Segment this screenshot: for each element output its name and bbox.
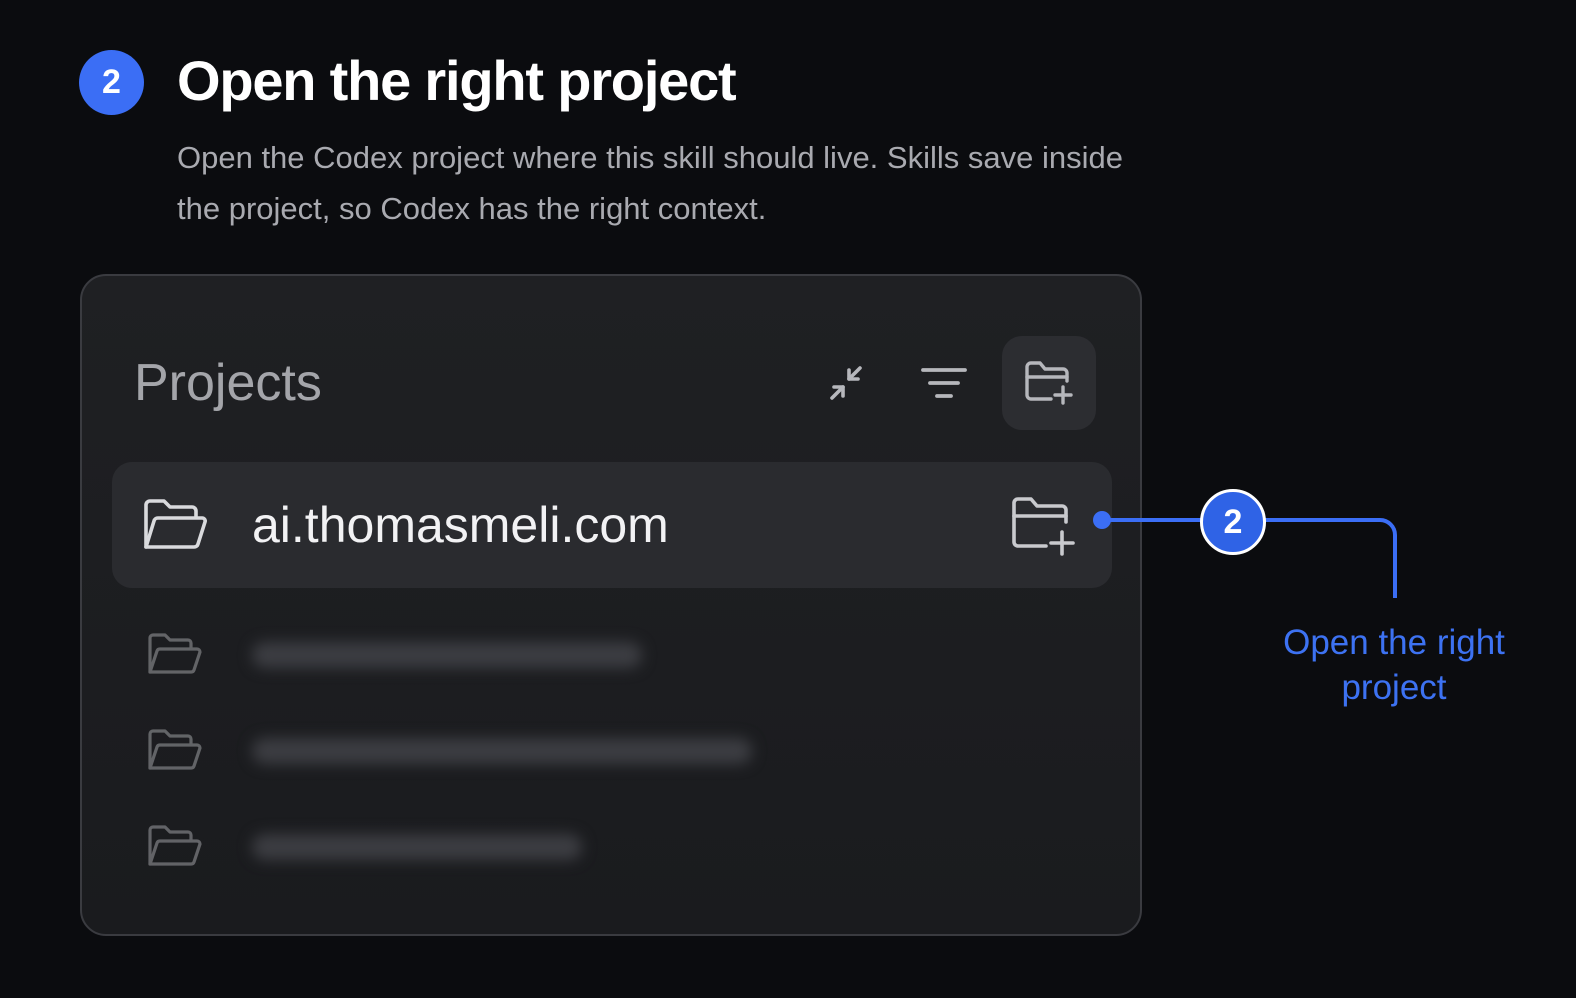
- project-row-blurred[interactable]: [146, 816, 666, 876]
- folder-open-icon: [144, 499, 207, 549]
- projects-panel: Projects ai.thomasmeli.com: [80, 274, 1142, 936]
- step-title: Open the right project: [177, 49, 737, 112]
- blurred-project-name: [252, 738, 752, 764]
- step-description: Open the Codex project where this skill …: [177, 140, 1123, 226]
- filter-button[interactable]: [916, 356, 972, 412]
- panel-title: Projects: [134, 354, 322, 412]
- blurred-project-name: [252, 834, 582, 860]
- project-name: ai.thomasmeli.com: [252, 497, 669, 553]
- project-row-blurred[interactable]: [146, 624, 706, 684]
- folder-open-icon: [148, 729, 202, 770]
- callout-label: Open the right project: [1283, 623, 1505, 707]
- folder-plus-icon[interactable]: [1010, 494, 1076, 556]
- folder-open-icon: [148, 633, 202, 674]
- folder-plus-icon: [1025, 361, 1073, 405]
- folder-open-icon: [148, 825, 202, 866]
- collapse-arrows-icon: [830, 366, 862, 400]
- callout-number-badge: 2: [1200, 489, 1266, 555]
- step-number-badge: 2: [79, 50, 144, 115]
- project-row-selected[interactable]: ai.thomasmeli.com: [112, 462, 1112, 588]
- collapse-button[interactable]: [818, 356, 874, 412]
- project-row-blurred[interactable]: [146, 720, 826, 780]
- filter-icon: [921, 368, 967, 398]
- blurred-project-name: [252, 642, 642, 668]
- new-project-button[interactable]: [1002, 336, 1096, 430]
